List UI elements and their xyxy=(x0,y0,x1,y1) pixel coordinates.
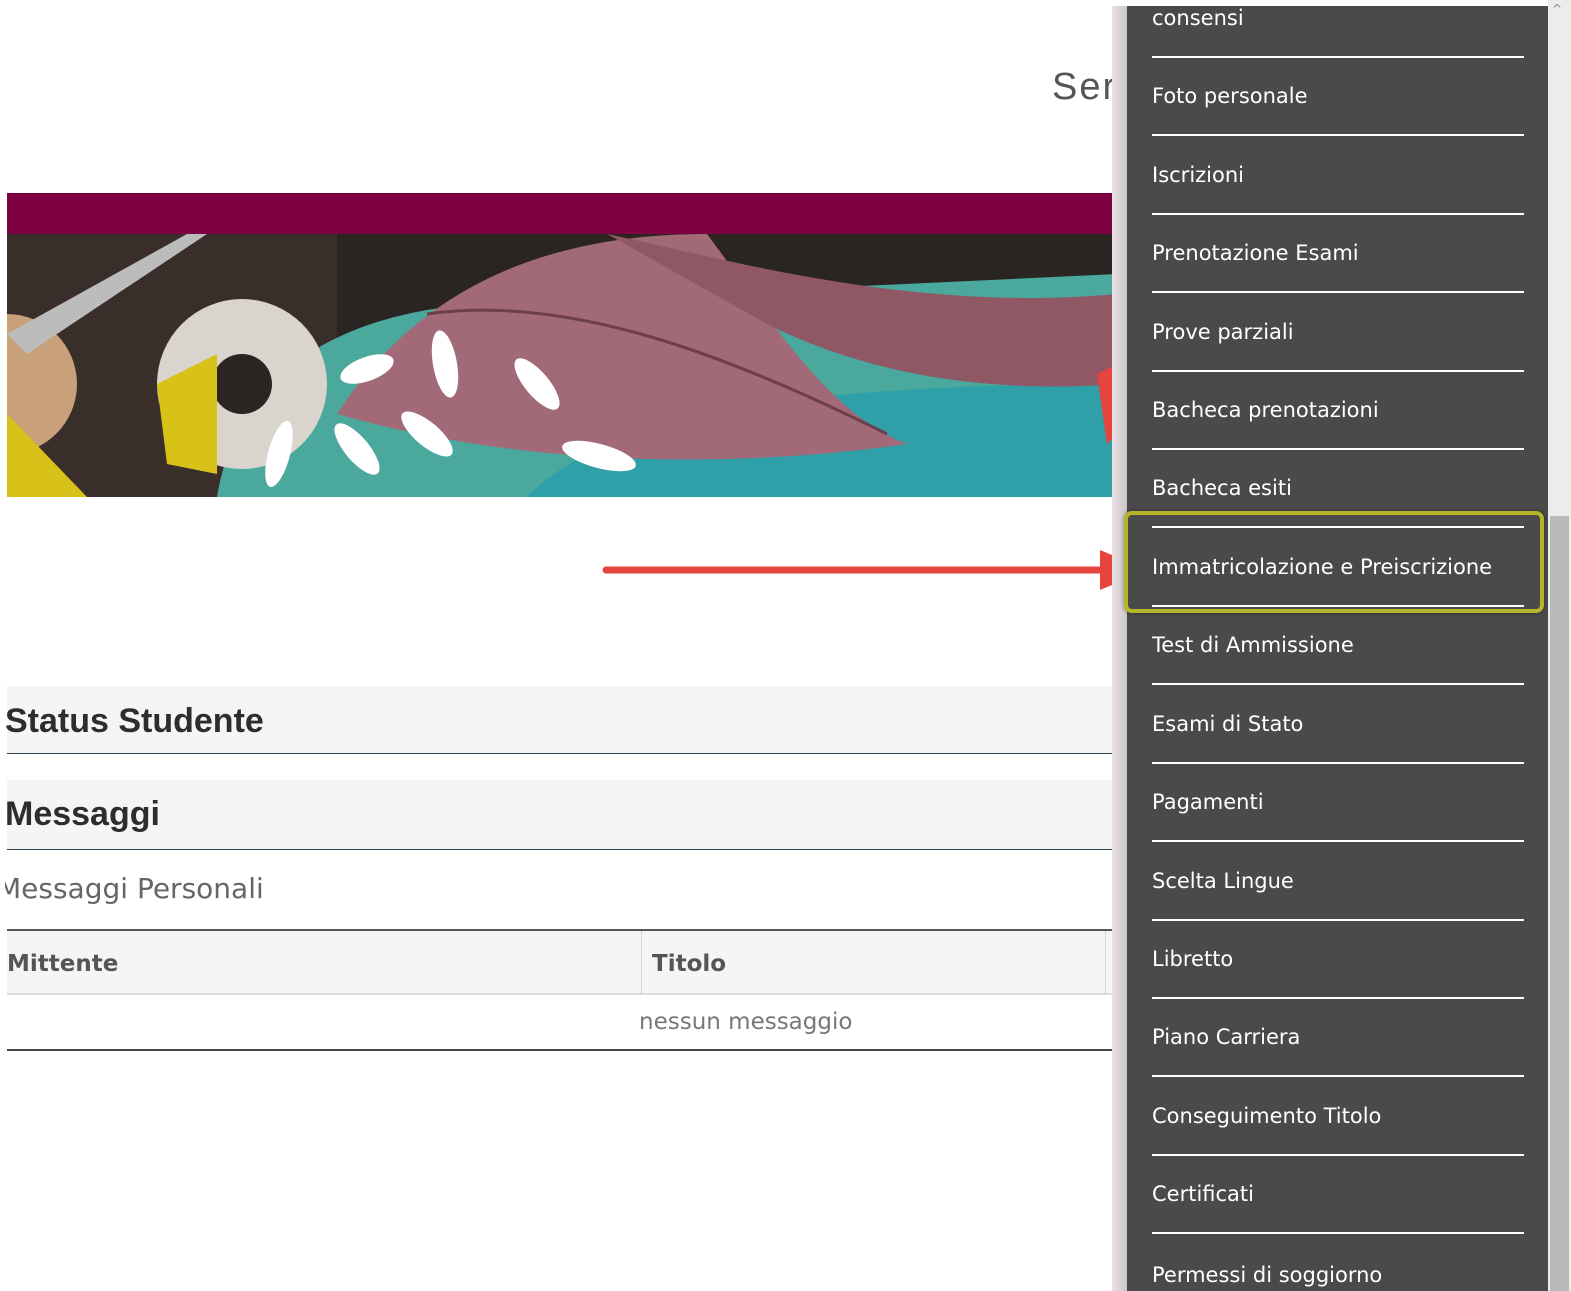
menu-item-permessi-soggiorno[interactable]: Permessi di soggiorno xyxy=(1152,1235,1524,1291)
menu-item-test-ammissione[interactable]: Test di Ammissione xyxy=(1152,607,1524,685)
column-header-titolo[interactable]: Titolo xyxy=(652,951,726,977)
highlight-box xyxy=(1124,511,1544,613)
menu-item-prenotazione-esami[interactable]: Prenotazione Esami xyxy=(1152,215,1524,293)
menu-item-certificati[interactable]: Certificati xyxy=(1152,1156,1524,1234)
messages-section xyxy=(7,780,1117,850)
scrollbar-thumb[interactable] xyxy=(1550,516,1569,1291)
empty-message-text: nessun messaggio xyxy=(639,1009,853,1035)
table-header: Mittente Titolo xyxy=(7,929,1117,995)
menu-item-libretto[interactable]: Libretto xyxy=(1152,921,1524,999)
menu-item-foto-personale[interactable]: Foto personale xyxy=(1152,58,1524,136)
menu-item-bacheca-prenotazioni[interactable]: Bacheca prenotazioni xyxy=(1152,372,1524,450)
messages-title: Messaggi xyxy=(5,795,160,833)
menu-item-prove-parziali[interactable]: Prove parziali xyxy=(1152,294,1524,372)
table-row: nessun messaggio xyxy=(7,995,1117,1051)
menu-item-esami-di-stato[interactable]: Esami di Stato xyxy=(1152,686,1524,764)
menu-item-iscrizioni[interactable]: Iscrizioni xyxy=(1152,137,1524,215)
side-menu-drawer: consensi Foto personale Iscrizioni Preno… xyxy=(1127,6,1548,1291)
column-header-mittente[interactable]: Mittente xyxy=(7,951,118,977)
annotation-arrow xyxy=(602,550,1148,590)
menu-item-consensi[interactable]: consensi xyxy=(1152,6,1524,58)
page-heading: Ser xyxy=(1052,66,1118,108)
menu-item-piano-carriera[interactable]: Piano Carriera xyxy=(1152,999,1524,1077)
menu-item-pagamenti[interactable]: Pagamenti xyxy=(1152,764,1524,842)
banner-stripe xyxy=(7,193,1117,234)
banner-image xyxy=(7,234,1117,497)
menu-item-conseguimento-titolo[interactable]: Conseguimento Titolo xyxy=(1152,1078,1524,1156)
scroll-up-icon[interactable]: ^ xyxy=(1552,2,1562,16)
menu-item-scelta-lingue[interactable]: Scelta Lingue xyxy=(1152,843,1524,921)
messages-table: Mittente Titolo nessun messaggio xyxy=(7,929,1117,1051)
status-title: Status Studente xyxy=(5,702,264,740)
personal-messages-title: Messaggi Personali xyxy=(5,872,264,905)
